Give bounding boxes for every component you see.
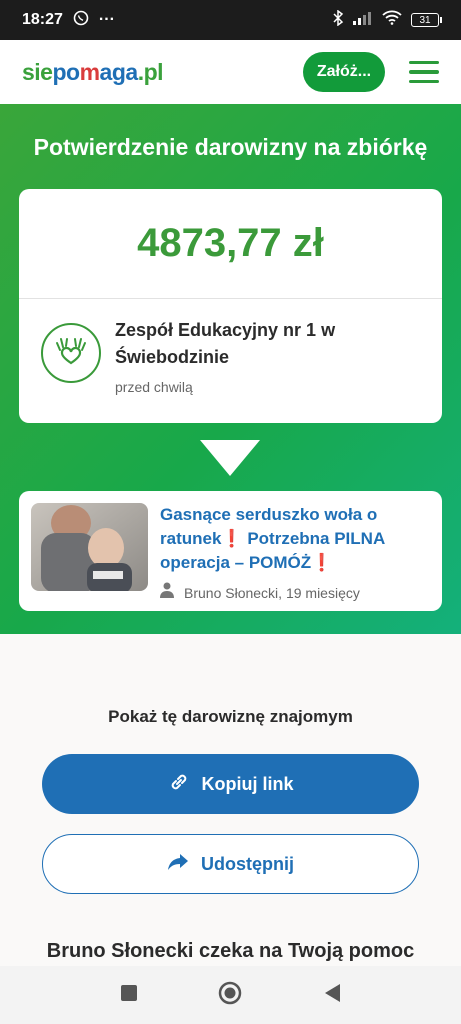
- status-bar: 18:27 ··· 31: [0, 0, 461, 40]
- person-icon: [160, 581, 174, 605]
- home-icon[interactable]: [218, 981, 242, 1010]
- wifi-icon: [382, 10, 402, 30]
- campaign-title[interactable]: Gasnące serduszko woła o ratunek❗ Potrze…: [160, 503, 430, 575]
- donation-card: 4873,77 zł Zespół Edukacyjny nr 1 w Świe…: [19, 189, 442, 423]
- share-button[interactable]: Udostępnij: [42, 834, 419, 894]
- status-time: 18:27: [22, 11, 63, 28]
- battery-icon: 31: [411, 13, 442, 27]
- exclamation-icon: ❗: [311, 553, 333, 572]
- share-heading: Pokaż tę darowiznę znajomym: [108, 707, 353, 726]
- status-dots: ···: [98, 11, 115, 28]
- share-arrow-icon: [167, 853, 189, 876]
- campaign-card[interactable]: Gasnące serduszko woła o ratunek❗ Potrze…: [19, 491, 442, 611]
- campaign-photo: [31, 503, 148, 591]
- logo[interactable]: siepomaga.pl: [22, 59, 164, 86]
- donation-confirmation-hero: Potwierdzenie darowizny na zbiórkę 4873,…: [0, 104, 461, 634]
- android-nav-bar: [0, 966, 461, 1024]
- support-heading: Bruno Słonecki czeka na Twoją pomoc: [46, 940, 415, 962]
- arrow-down-icon: [200, 440, 260, 476]
- donation-time: przed chwilą: [115, 379, 193, 395]
- site-header: siepomaga.pl Załóż...: [0, 40, 461, 104]
- whatsapp-icon: [73, 10, 89, 31]
- donor-info: Zespół Edukacyjny nr 1 w Świebodzinie pr…: [41, 317, 355, 395]
- link-icon: [168, 771, 190, 798]
- bluetooth-icon: [332, 9, 344, 31]
- donation-amount: 4873,77 zł: [19, 189, 442, 299]
- back-icon[interactable]: [323, 983, 341, 1008]
- recent-apps-icon[interactable]: [120, 984, 138, 1007]
- donor-name: Zespół Edukacyjny nr 1 w Świebodzinie: [115, 320, 336, 367]
- exclamation-icon: ❗: [221, 529, 243, 548]
- copy-link-button[interactable]: Kopiuj link: [42, 754, 419, 814]
- heart-hands-icon: [41, 323, 101, 383]
- page-title: Potwierdzenie darowizny na zbiórkę: [33, 134, 428, 160]
- campaign-meta: Bruno Słonecki, 19 miesięcy: [160, 581, 430, 605]
- signal-icon: [353, 11, 373, 30]
- hamburger-icon[interactable]: [409, 60, 439, 84]
- create-fundraiser-button[interactable]: Załóż...: [303, 52, 385, 92]
- beneficiary-info: Bruno Słonecki, 19 miesięcy: [184, 585, 360, 601]
